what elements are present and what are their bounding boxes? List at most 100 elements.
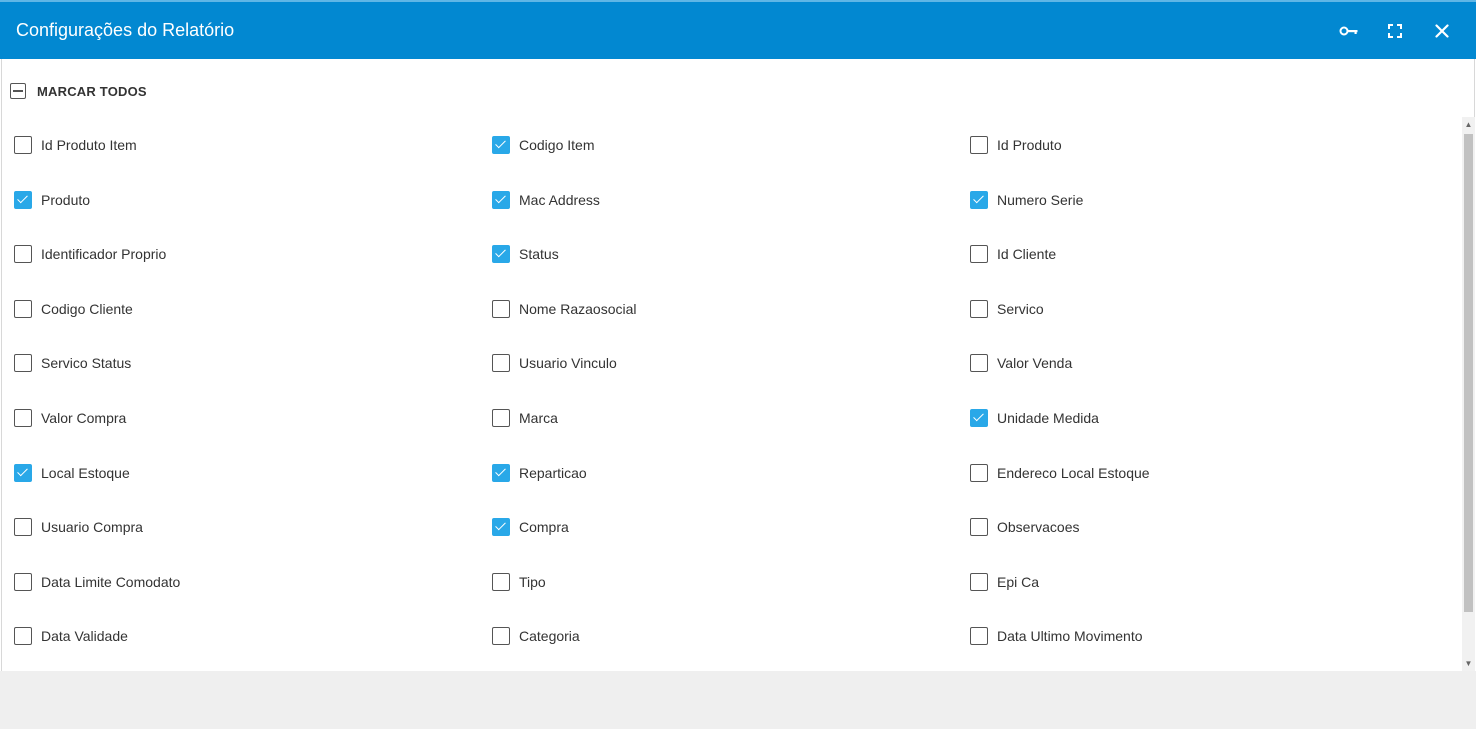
field-option[interactable]: Data Validade bbox=[14, 626, 128, 646]
field-option-label: Status bbox=[519, 246, 559, 262]
checkbox-unchecked[interactable] bbox=[14, 245, 32, 263]
checkbox-unchecked[interactable] bbox=[14, 354, 32, 372]
checkbox-checked[interactable] bbox=[14, 464, 32, 482]
dialog-title: Configurações do Relatório bbox=[16, 20, 235, 40]
field-option-label: Compra bbox=[519, 519, 569, 535]
field-option-label: Identificador Proprio bbox=[41, 246, 167, 262]
scroll-down-arrow-icon[interactable]: ▼ bbox=[1462, 656, 1475, 671]
field-option-label: Nome Razaosocial bbox=[519, 301, 637, 317]
close-button[interactable] bbox=[1430, 19, 1454, 43]
field-option[interactable]: Id Produto bbox=[970, 135, 1062, 155]
field-option-label: Data Ultimo Movimento bbox=[997, 628, 1143, 644]
checkbox-unchecked[interactable] bbox=[970, 245, 988, 263]
check-all-label: MARCAR TODOS bbox=[37, 83, 147, 99]
checkbox-checked[interactable] bbox=[970, 191, 988, 209]
field-option[interactable]: Codigo Cliente bbox=[14, 299, 133, 319]
field-option[interactable]: Data Ultimo Movimento bbox=[970, 626, 1143, 646]
field-option-label: Id Produto Item bbox=[41, 137, 137, 153]
checkbox-unchecked[interactable] bbox=[492, 409, 510, 427]
field-option[interactable]: Nome Razaosocial bbox=[492, 299, 637, 319]
checkbox-unchecked[interactable] bbox=[970, 518, 988, 536]
field-option-label: Valor Venda bbox=[997, 355, 1073, 371]
field-option[interactable]: Mac Address bbox=[492, 190, 600, 210]
checkbox-unchecked[interactable] bbox=[970, 354, 988, 372]
field-option[interactable]: Id Produto Item bbox=[14, 135, 137, 155]
checkbox-unchecked[interactable] bbox=[14, 573, 32, 591]
checkbox-unchecked[interactable] bbox=[14, 627, 32, 645]
key-button[interactable] bbox=[1337, 19, 1361, 43]
field-option-label: Servico Status bbox=[41, 355, 132, 371]
field-option-label: Epi Ca bbox=[997, 574, 1040, 590]
field-option-label: Numero Serie bbox=[997, 192, 1084, 208]
checkbox-unchecked[interactable] bbox=[970, 464, 988, 482]
vertical-scrollbar[interactable]: ▲ ▼ bbox=[1462, 117, 1475, 671]
checkbox-checked[interactable] bbox=[492, 518, 510, 536]
checkbox-unchecked[interactable] bbox=[492, 300, 510, 318]
fullscreen-icon bbox=[1388, 24, 1402, 38]
field-option[interactable]: Epi Ca bbox=[970, 572, 1039, 592]
field-option-label: Reparticao bbox=[519, 465, 587, 481]
field-option-label: Unidade Medida bbox=[997, 410, 1099, 426]
scroll-up-arrow-icon[interactable]: ▲ bbox=[1462, 117, 1475, 132]
field-option[interactable]: Categoria bbox=[492, 626, 580, 646]
field-option[interactable]: Status bbox=[492, 244, 559, 264]
checkbox-unchecked[interactable] bbox=[14, 300, 32, 318]
field-option[interactable]: Id Cliente bbox=[970, 244, 1056, 264]
field-option[interactable]: Valor Venda bbox=[970, 353, 1072, 373]
field-option-label: Id Produto bbox=[997, 137, 1062, 153]
field-option[interactable]: Valor Compra bbox=[14, 408, 126, 428]
checkbox-checked[interactable] bbox=[492, 136, 510, 154]
check-all-toggle[interactable]: MARCAR TODOS bbox=[10, 83, 147, 99]
field-option[interactable]: Usuario Compra bbox=[14, 517, 143, 537]
fields-scroll-region[interactable]: Id Produto Item Produto Identificador Prop… bbox=[1, 117, 1475, 671]
field-option[interactable]: Servico Status bbox=[14, 353, 131, 373]
checkbox-unchecked[interactable] bbox=[492, 354, 510, 372]
checkbox-checked[interactable] bbox=[492, 464, 510, 482]
fullscreen-button[interactable] bbox=[1383, 19, 1407, 43]
checkbox-unchecked[interactable] bbox=[970, 136, 988, 154]
checkbox-unchecked[interactable] bbox=[14, 409, 32, 427]
field-option[interactable]: Unidade Medida bbox=[970, 408, 1099, 428]
report-settings-dialog: Configurações do Relatório MARCAR TODOS … bbox=[0, 0, 1476, 729]
checkbox-checked[interactable] bbox=[492, 245, 510, 263]
field-option[interactable]: Usuario Vinculo bbox=[492, 353, 617, 373]
field-option[interactable]: Numero Serie bbox=[970, 190, 1083, 210]
field-option[interactable]: Identificador Proprio bbox=[14, 244, 166, 264]
field-option-label: Local Estoque bbox=[41, 465, 130, 481]
checkbox-unchecked[interactable] bbox=[492, 573, 510, 591]
dialog-footer bbox=[0, 671, 1476, 729]
field-option[interactable]: Produto bbox=[14, 190, 90, 210]
field-option[interactable]: Marca bbox=[492, 408, 558, 428]
scrollbar-thumb[interactable] bbox=[1464, 134, 1473, 612]
field-option-label: Data Validade bbox=[41, 628, 128, 644]
checkbox-unchecked[interactable] bbox=[14, 136, 32, 154]
checkbox-unchecked[interactable] bbox=[970, 300, 988, 318]
field-option[interactable]: Data Limite Comodato bbox=[14, 572, 180, 592]
checkbox-unchecked[interactable] bbox=[970, 627, 988, 645]
checkbox-unchecked[interactable] bbox=[970, 573, 988, 591]
field-option-label: Servico bbox=[997, 301, 1044, 317]
dialog-header: Configurações do Relatório bbox=[0, 2, 1476, 59]
field-option-label: Mac Address bbox=[519, 192, 600, 208]
field-option[interactable]: Tipo bbox=[492, 572, 546, 592]
field-option-label: Valor Compra bbox=[41, 410, 127, 426]
fields-grid: Id Produto Item Produto Identificador Prop… bbox=[1, 117, 1461, 671]
field-option[interactable]: Observacoes bbox=[970, 517, 1079, 537]
field-option-label: Codigo Cliente bbox=[41, 301, 133, 317]
field-option[interactable]: Codigo Item bbox=[492, 135, 594, 155]
field-option[interactable]: Local Estoque bbox=[14, 463, 130, 483]
checkbox-checked[interactable] bbox=[14, 191, 32, 209]
field-option[interactable]: Reparticao bbox=[492, 463, 587, 483]
check-all-checkbox[interactable] bbox=[10, 83, 26, 99]
checkbox-unchecked[interactable] bbox=[14, 518, 32, 536]
field-option-label: Endereco Local Estoque bbox=[997, 465, 1150, 481]
checkbox-checked[interactable] bbox=[492, 191, 510, 209]
field-option[interactable]: Compra bbox=[492, 517, 569, 537]
field-option-label: Data Limite Comodato bbox=[41, 574, 181, 590]
field-option[interactable]: Servico bbox=[970, 299, 1044, 319]
field-option[interactable]: Endereco Local Estoque bbox=[970, 463, 1150, 483]
field-option-label: Categoria bbox=[519, 628, 580, 644]
checkbox-unchecked[interactable] bbox=[492, 627, 510, 645]
field-option-label: Marca bbox=[519, 410, 558, 426]
checkbox-checked[interactable] bbox=[970, 409, 988, 427]
